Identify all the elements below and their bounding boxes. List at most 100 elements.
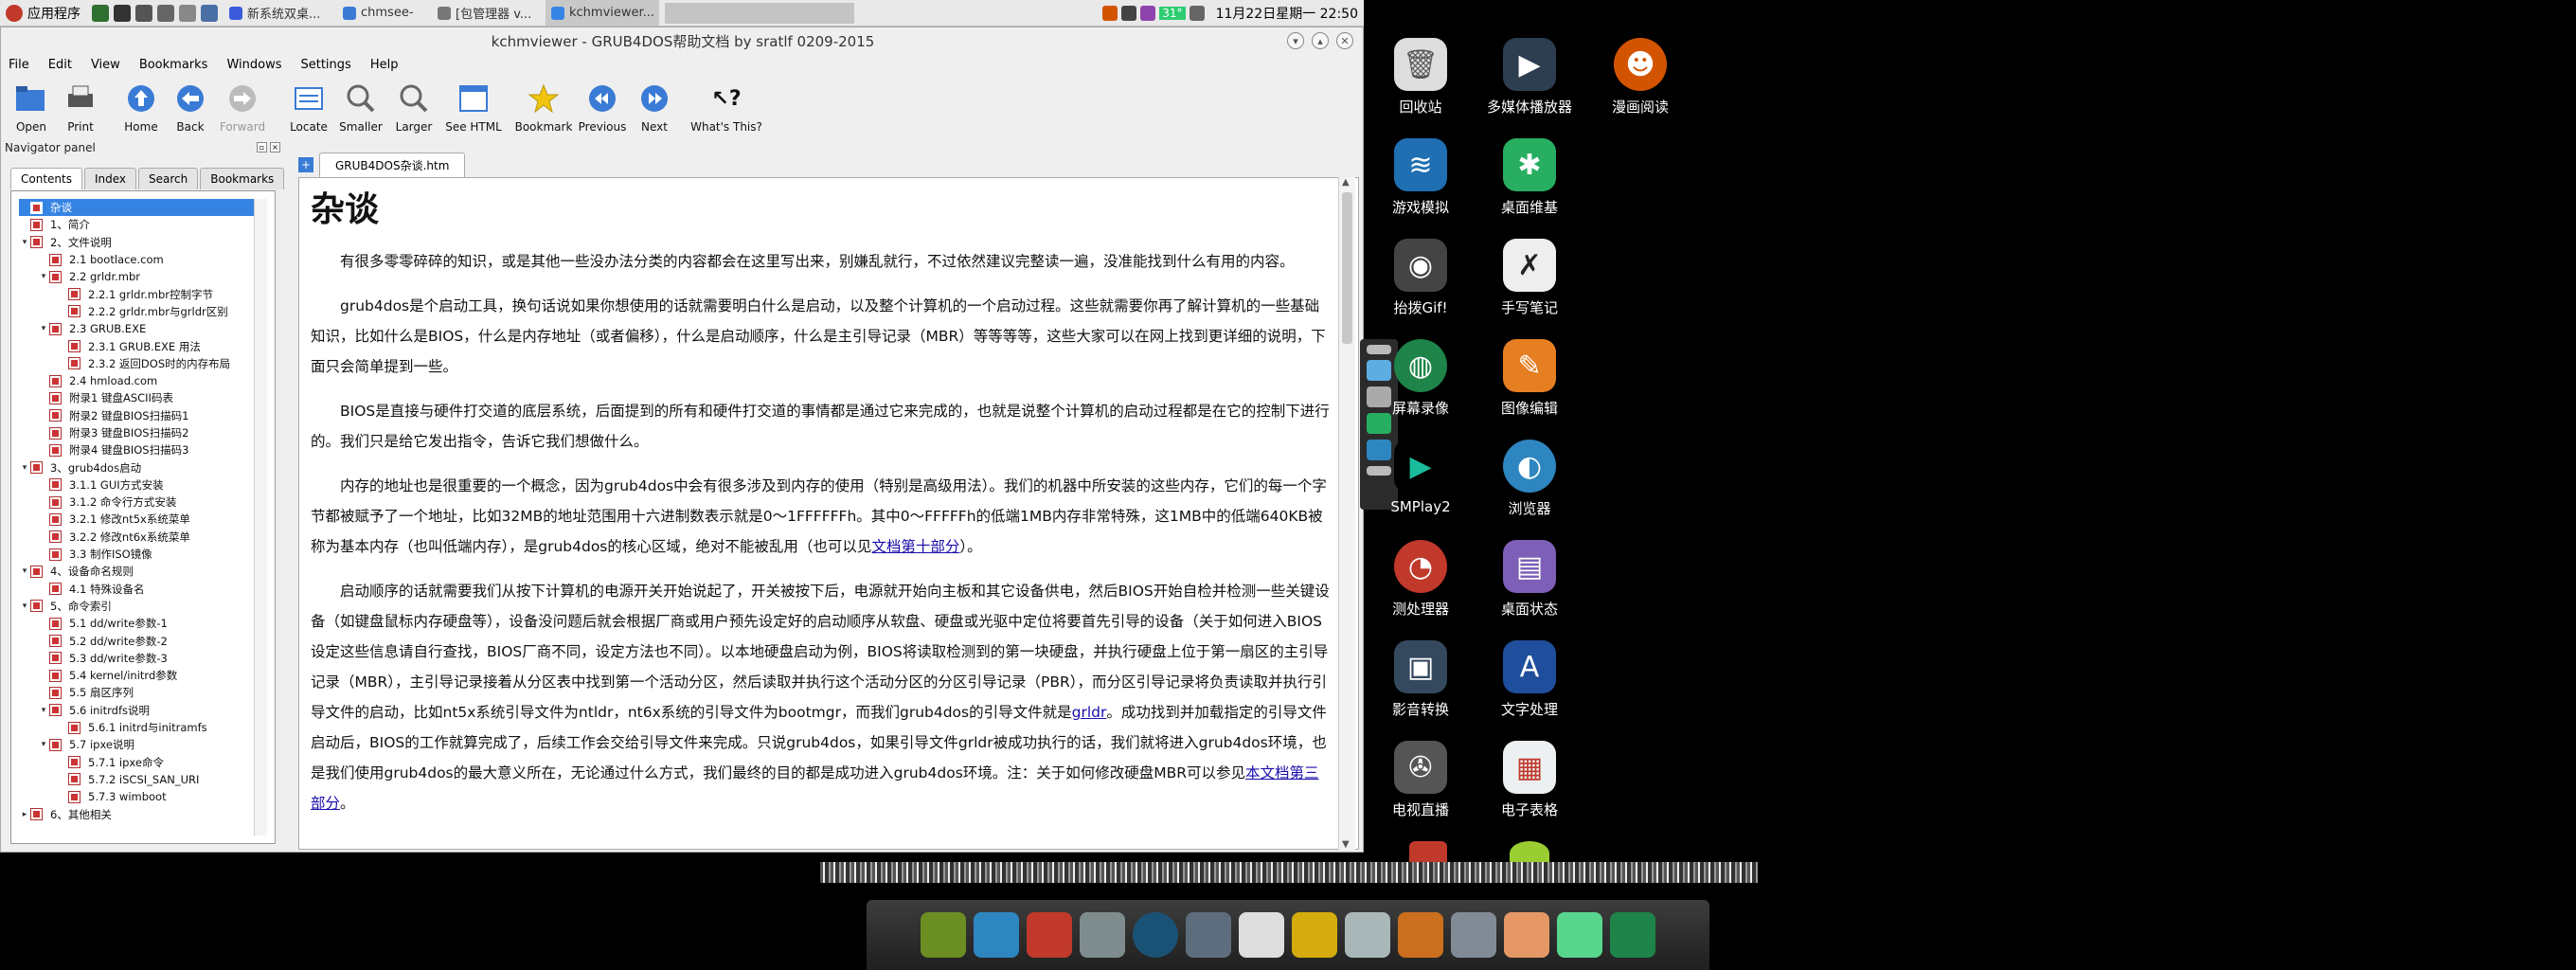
scroll-down-icon[interactable]: ▼: [1342, 839, 1350, 850]
settings-launcher-icon[interactable]: [179, 4, 196, 22]
expand-arrow-icon[interactable]: ▾: [38, 272, 49, 281]
whats-this-button[interactable]: ↖? What's This?: [689, 81, 764, 135]
tree-item[interactable]: 杂谈: [19, 199, 263, 217]
tree-item[interactable]: 2.3.1 GRUB.EXE 用法: [19, 337, 263, 354]
desktop-icon-word-processor[interactable]: A 文字处理: [1473, 640, 1586, 719]
tree-item[interactable]: 3.1.1 GUI方式安装: [19, 476, 263, 494]
menu-bookmarks[interactable]: Bookmarks: [139, 58, 208, 72]
expand-arrow-icon[interactable]: ▾: [38, 706, 49, 715]
tree-item[interactable]: 3.2.1 修改nt5x系统菜单: [19, 511, 263, 528]
tree-item[interactable]: 5.1 dd/write参数-1: [19, 615, 263, 632]
see-html-button[interactable]: See HTML: [444, 81, 503, 134]
dock-palette-icon[interactable]: [1504, 912, 1549, 958]
dock-tools-icon[interactable]: [1451, 912, 1496, 958]
desktop-icon-media-converter[interactable]: ▣ 影音转换: [1364, 640, 1477, 719]
tree-item[interactable]: ▾ 5.7 ipxe说明: [19, 736, 263, 753]
tab-index[interactable]: Index: [83, 168, 137, 189]
tab-contents[interactable]: Contents: [10, 168, 82, 189]
content-tab[interactable]: GRUB4DOS杂谈.htm: [319, 153, 466, 177]
expand-arrow-icon[interactable]: ▾: [19, 238, 30, 247]
larger-button[interactable]: Larger: [391, 81, 437, 134]
dock-penguin-icon[interactable]: [1239, 912, 1284, 958]
smaller-button[interactable]: Smaller: [338, 81, 384, 134]
dock-files-icon[interactable]: [921, 912, 966, 958]
tree-item[interactable]: 5.4 kernel/initrd参数: [19, 667, 263, 684]
tree-item[interactable]: 2.3.2 返回DOS时的内存布局: [19, 355, 263, 372]
tree-item[interactable]: 5.6.1 initrd与initramfs: [19, 719, 263, 736]
tree-item[interactable]: 附录1 键盘ASCII码表: [19, 389, 263, 406]
tree-item[interactable]: ▾ 3、grub4dos启动: [19, 458, 263, 476]
tree-item[interactable]: 2.2.2 grldr.mbr与grldr区别: [19, 303, 263, 320]
dock-paint-icon[interactable]: [1398, 912, 1443, 958]
tree-item[interactable]: 5.7.3 wimboot: [19, 788, 263, 805]
desktop-icon-browser[interactable]: ◐ 浏览器: [1473, 440, 1586, 518]
tree-item[interactable]: 3.1.2 命令行方式安装: [19, 494, 263, 511]
dock-users-icon[interactable]: [1186, 912, 1231, 958]
expand-arrow-icon[interactable]: ▾: [19, 602, 30, 611]
tree-item[interactable]: 5.5 扇区序列: [19, 684, 263, 701]
dock-disc-icon[interactable]: [1133, 912, 1178, 958]
tab-search[interactable]: Search: [138, 168, 199, 189]
desktop-icon-screen-recorder[interactable]: ◍ 屏幕录像: [1364, 339, 1477, 418]
dock-help-icon[interactable]: [1557, 912, 1602, 958]
terminal-launcher-icon[interactable]: [92, 4, 109, 22]
task-kchmviewer[interactable]: kchmviewer...: [546, 0, 659, 26]
tree-item[interactable]: 4.1 特殊设备名: [19, 581, 263, 598]
chat-tray-icon[interactable]: [1121, 5, 1137, 21]
tab-bookmarks[interactable]: Bookmarks: [200, 168, 285, 189]
scroll-up-icon[interactable]: ▲: [1342, 177, 1350, 188]
print-button[interactable]: Print: [60, 81, 101, 134]
files-launcher-icon[interactable]: [157, 4, 174, 22]
tree-item[interactable]: 2.1 bootlace.com: [19, 251, 263, 268]
expand-arrow-icon[interactable]: ▾: [38, 324, 49, 333]
open-button[interactable]: Open: [10, 81, 52, 134]
back-button[interactable]: Back: [170, 81, 211, 134]
dock-editor-icon[interactable]: [1080, 912, 1125, 958]
tree-item[interactable]: ▾ 2.2 grldr.mbr: [19, 268, 263, 285]
input-tray-icon[interactable]: [1140, 5, 1156, 21]
screen-launcher-icon[interactable]: [135, 4, 152, 22]
expand-arrow-icon[interactable]: ▸: [19, 810, 30, 819]
tree-item[interactable]: 附录4 键盘BIOS扫描码3: [19, 441, 263, 458]
volume-tray-icon[interactable]: [1189, 5, 1205, 21]
tree-item[interactable]: ▾ 4、设备命名规则: [19, 563, 263, 580]
desktop-icon-processor-test[interactable]: ◔ 测处理器: [1364, 540, 1477, 619]
menu-windows[interactable]: Windows: [226, 58, 281, 72]
tree-item[interactable]: 1、简介: [19, 216, 263, 233]
desktop-icon-desktop-wiki[interactable]: ✱ 桌面维基: [1473, 138, 1586, 217]
menu-help[interactable]: Help: [370, 58, 399, 72]
tree-item[interactable]: 5.3 dd/write参数-3: [19, 650, 263, 667]
desktop-icon-media-player[interactable]: ▶ 多媒体播放器: [1473, 38, 1586, 117]
close-panel-button[interactable]: ×: [270, 142, 280, 153]
tree-item[interactable]: 2.2.1 grldr.mbr控制字节: [19, 285, 263, 302]
task-package-manager[interactable]: [包管理器 v...: [432, 0, 546, 26]
tree-item[interactable]: ▸ 6、其他相关: [19, 805, 263, 822]
minimize-button[interactable]: ▾: [1287, 32, 1304, 49]
expand-arrow-icon[interactable]: ▾: [38, 740, 49, 749]
workspace-switcher[interactable]: [665, 2, 854, 24]
expand-arrow-icon[interactable]: ▾: [19, 566, 30, 576]
tree-item[interactable]: 5.7.1 ipxe命令: [19, 754, 263, 771]
clock[interactable]: 11月22日星期一 22:50: [1216, 4, 1358, 23]
locate-button[interactable]: Locate: [287, 81, 331, 134]
dock-green-icon[interactable]: [1610, 912, 1655, 958]
task-desktop[interactable]: 新系统双桌...: [224, 0, 337, 26]
desktop-icon-desktop-status[interactable]: ▤ 桌面状态: [1473, 540, 1586, 619]
desktop-icon-image-editor[interactable]: ✎ 图像编辑: [1473, 339, 1586, 418]
scroll-thumb[interactable]: [1342, 192, 1352, 344]
expand-arrow-icon[interactable]: ▾: [19, 463, 30, 473]
maximize-button[interactable]: ▴: [1312, 32, 1329, 49]
close-button[interactable]: ✕: [1336, 32, 1353, 49]
tree-item[interactable]: 5.7.2 iSCSI_SAN_URI: [19, 771, 263, 788]
content-scrollbar[interactable]: ▲ ▼: [1338, 177, 1355, 850]
desktop-icon-trash[interactable]: 🗑 回收站: [1364, 38, 1477, 117]
desktop-icon-spreadsheet[interactable]: ▦ 电子表格: [1473, 741, 1586, 819]
bookmark-button[interactable]: Bookmark: [515, 81, 572, 134]
tree-item[interactable]: ▾ 5、命令索引: [19, 598, 263, 615]
desktop-icon-game-emulator[interactable]: ≋ 游戏模拟: [1364, 138, 1477, 217]
menu-edit[interactable]: Edit: [48, 58, 72, 72]
previous-button[interactable]: Previous: [579, 81, 626, 134]
tree-item[interactable]: ▾ 2.3 GRUB.EXE: [19, 320, 263, 337]
home-button[interactable]: Home: [120, 81, 162, 134]
menu-settings[interactable]: Settings: [300, 58, 350, 72]
